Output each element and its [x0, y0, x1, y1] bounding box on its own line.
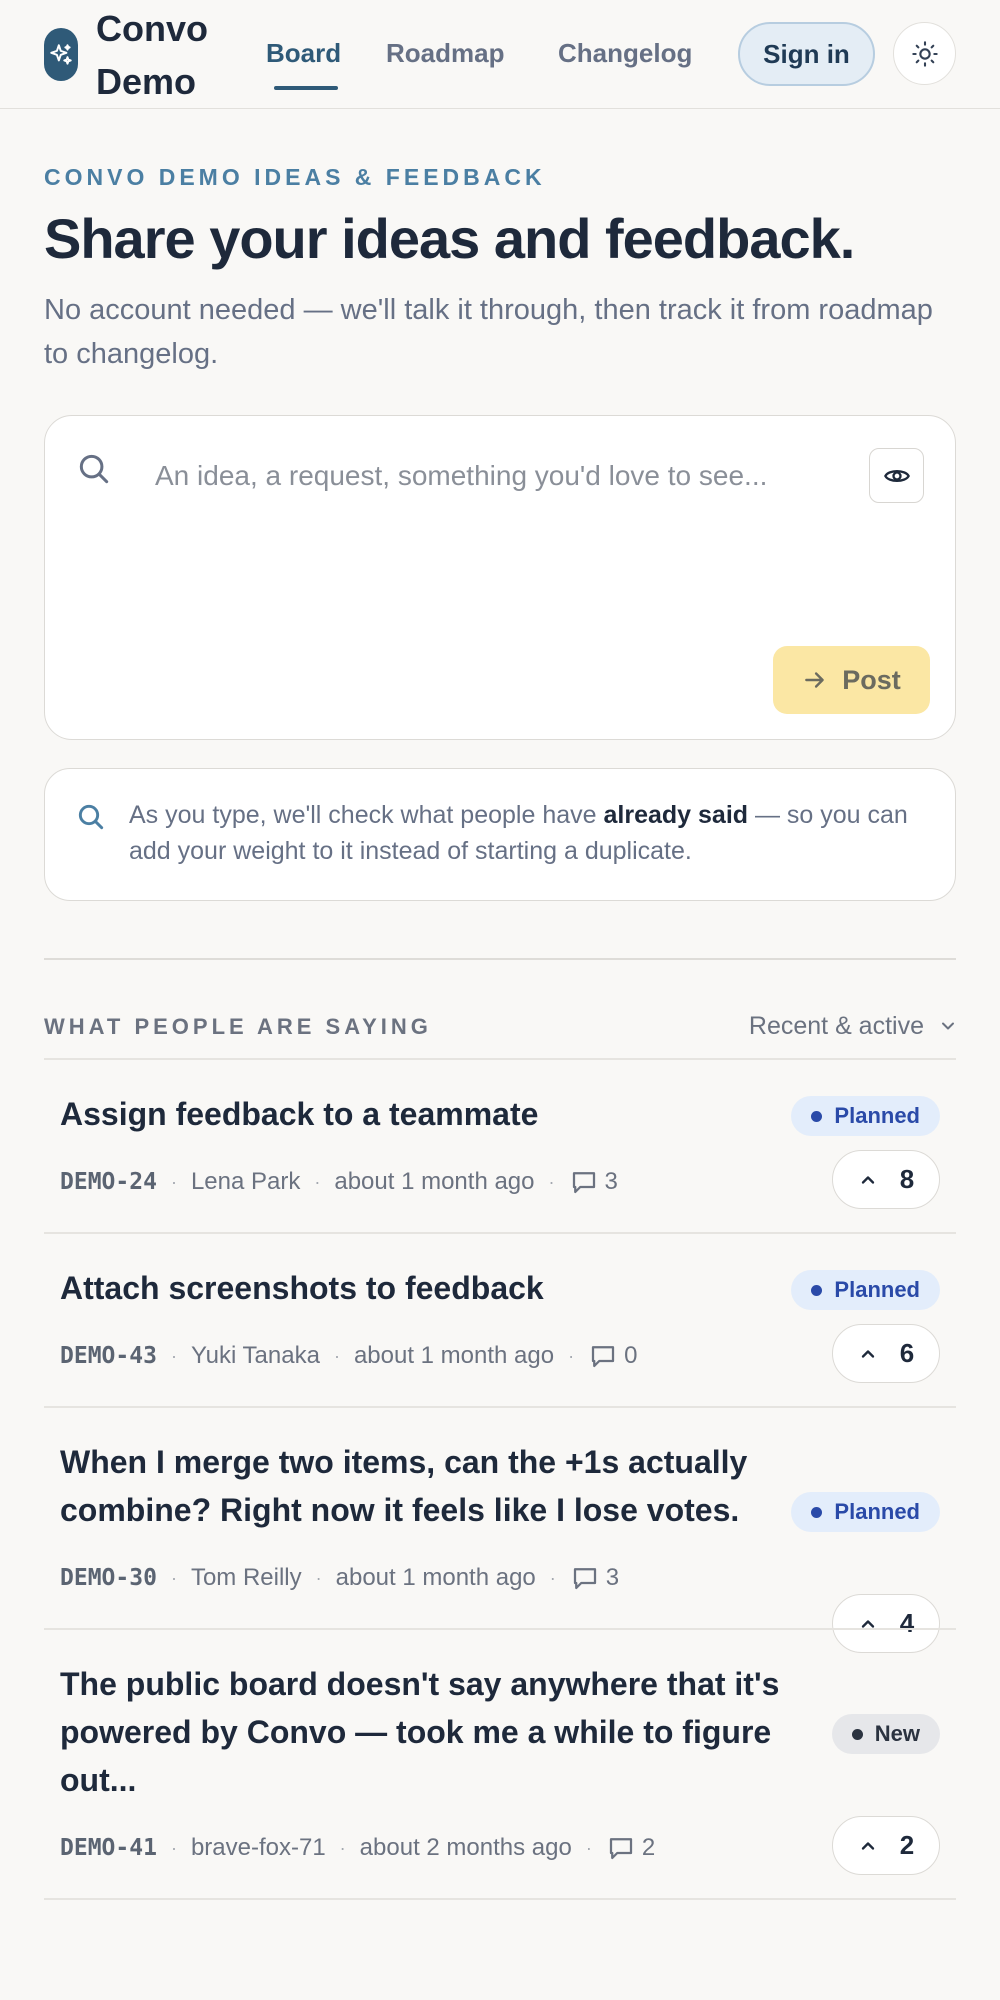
- sign-in-button[interactable]: Sign in: [738, 22, 875, 86]
- feedback-author: Tom Reilly: [190, 1564, 302, 1591]
- post-button[interactable]: Post: [773, 646, 930, 714]
- feedback-composer: Post: [44, 415, 956, 740]
- chevron-up-icon: [861, 1349, 874, 1358]
- feedback-item[interactable]: The public board doesn't say anywhere th…: [44, 1628, 956, 1900]
- feedback-title[interactable]: Assign feedback to a teammate: [60, 1090, 800, 1138]
- theme-toggle-button[interactable]: [893, 22, 956, 85]
- comment-icon: [573, 1568, 596, 1590]
- status-badge: Planned: [791, 1096, 940, 1136]
- feed-section-label: WHAT PEOPLE ARE SAYING: [44, 1014, 432, 1039]
- nav-roadmap[interactable]: Roadmap: [386, 36, 504, 70]
- nav-changelog[interactable]: Changelog: [558, 36, 692, 70]
- sun-icon: [911, 40, 938, 67]
- section-divider: [44, 958, 956, 960]
- hint-text: As you type, we'll check what people hav…: [129, 801, 908, 865]
- status-badge: Planned: [791, 1492, 940, 1532]
- nav-board[interactable]: Board: [266, 36, 341, 70]
- chevron-up-icon: [861, 1841, 874, 1850]
- top-header: Convo Demo Board Roadmap Changelog Sign …: [0, 0, 1000, 109]
- hero-subtitle: No account needed — we'll talk it throug…: [44, 294, 933, 370]
- sort-dropdown-value: Recent & active: [748, 1011, 924, 1040]
- feedback-meta: DEMO-24 · Lena Park · about 1 month ago …: [60, 1167, 618, 1197]
- chevron-up-icon: [861, 1175, 874, 1184]
- search-icon: [75, 801, 107, 838]
- feedback-author: Yuki Tanaka: [190, 1342, 320, 1369]
- feedback-id: DEMO-30: [60, 1565, 157, 1591]
- hero-eyebrow: CONVO DEMO IDEAS & FEEDBACK: [44, 164, 546, 190]
- arrow-right-icon: [805, 672, 825, 688]
- vote-count: 2: [899, 1830, 915, 1860]
- eye-icon: [883, 469, 910, 482]
- comment-icon: [572, 1172, 595, 1194]
- feedback-list: Assign feedback to a teammate Planned DE…: [44, 1058, 956, 1900]
- sort-dropdown[interactable]: Recent & active: [718, 1008, 958, 1044]
- hero-title: Share your ideas and feedback.: [44, 207, 855, 270]
- feedback-author: Lena Park: [190, 1168, 301, 1195]
- vote-count: 8: [899, 1164, 915, 1194]
- status-badge: Planned: [791, 1270, 940, 1310]
- vote-count: 6: [899, 1338, 915, 1368]
- upvote-button[interactable]: 8: [832, 1150, 940, 1209]
- comment-count[interactable]: 3: [569, 1167, 618, 1197]
- upvote-button[interactable]: 2: [832, 1816, 940, 1875]
- feedback-item[interactable]: When I merge two items, can the +1s actu…: [44, 1406, 956, 1653]
- feedback-meta: DEMO-43 · Yuki Tanaka · about 1 month ag…: [60, 1341, 638, 1371]
- preview-toggle-button[interactable]: [869, 448, 924, 503]
- feedback-time: about 2 months ago: [359, 1834, 572, 1861]
- feedback-id: DEMO-24: [60, 1169, 157, 1195]
- feedback-time: about 1 month ago: [353, 1342, 555, 1369]
- brand-name[interactable]: Convo Demo: [96, 2, 226, 108]
- duplicate-hint: As you type, we'll check what people hav…: [44, 768, 956, 901]
- feedback-time: about 1 month ago: [334, 1168, 535, 1195]
- feedback-meta: DEMO-30 · Tom Reilly · about 1 month ago…: [60, 1563, 620, 1593]
- comment-count[interactable]: 2: [606, 1833, 655, 1863]
- feedback-author: brave-fox-71: [190, 1834, 326, 1861]
- feedback-title[interactable]: When I merge two items, can the +1s actu…: [60, 1438, 800, 1534]
- comment-count[interactable]: 0: [588, 1341, 637, 1371]
- status-dot: [811, 1110, 823, 1122]
- feedback-item[interactable]: Assign feedback to a teammate Planned DE…: [44, 1058, 956, 1232]
- feedback-time: about 1 month ago: [335, 1564, 536, 1591]
- status-dot: [811, 1284, 823, 1296]
- sparkle-icon[interactable]: [44, 28, 78, 81]
- search-icon: [75, 450, 113, 493]
- post-button-label: Post: [842, 664, 901, 695]
- upvote-button[interactable]: 6: [832, 1324, 940, 1383]
- idea-input[interactable]: [155, 456, 775, 496]
- chevron-down-icon: [942, 1022, 954, 1030]
- status-badge: New: [831, 1714, 940, 1754]
- feedback-meta: DEMO-41 · brave-fox-71 · about 2 months …: [60, 1833, 656, 1863]
- status-dot: [811, 1506, 823, 1518]
- feedback-title[interactable]: Attach screenshots to feedback: [60, 1264, 800, 1312]
- feedback-id: DEMO-43: [60, 1343, 157, 1369]
- comment-count[interactable]: 3: [570, 1563, 619, 1593]
- feedback-item[interactable]: Attach screenshots to feedback Planned D…: [44, 1232, 956, 1406]
- comment-icon: [591, 1346, 615, 1368]
- status-dot: [851, 1728, 863, 1740]
- nav-active-indicator: [274, 86, 338, 90]
- feedback-id: DEMO-41: [60, 1835, 157, 1861]
- comment-icon: [609, 1838, 632, 1860]
- feedback-title[interactable]: The public board doesn't say anywhere th…: [60, 1660, 800, 1804]
